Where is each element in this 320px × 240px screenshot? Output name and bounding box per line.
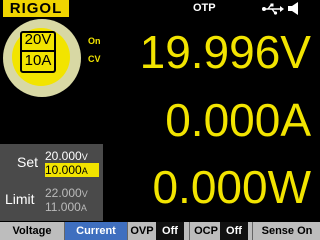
power-reading: 0.000W [152,161,311,213]
mode-cv-label: CV [88,54,101,64]
limit-voltage-unit: V [81,189,88,199]
menu-current-button[interactable]: Current [65,222,127,240]
limit-current-unit: A [80,203,87,213]
voltage-reading: 19.996V [139,26,311,78]
limit-current-number: 11.000 [45,200,81,214]
menu-separator [64,222,65,240]
menu-ocp-button[interactable]: OCP [192,222,220,240]
menu-ovp-button[interactable]: OVP [128,222,156,240]
range-voltage: 20V [24,31,52,48]
menu-voltage-button[interactable]: Voltage [0,222,64,240]
set-voltage-value[interactable]: 20.000V [45,149,99,163]
limit-voltage-value[interactable]: 22.000V [45,186,99,200]
set-current-value[interactable]: 10.000A [45,163,99,177]
usb-icon [262,3,284,15]
limit-label: Limit [5,191,35,207]
ovp-state[interactable]: Off [156,222,184,240]
menu-separator [189,222,190,240]
set-current-unit: A [81,166,88,176]
output-on-label: On [88,36,101,46]
set-current-number: 10.000 [45,163,82,177]
set-voltage-unit: V [81,152,88,162]
current-reading: 0.000A [165,94,311,146]
otp-status: OTP [193,2,216,14]
speaker-icon [288,2,298,15]
limit-current-value[interactable]: 11.000A [45,200,99,214]
rigol-logo: RIGOL [3,0,69,17]
menu-separator [127,222,128,240]
limit-voltage-number: 22.000 [45,186,82,200]
ocp-state[interactable]: Off [220,222,248,240]
menu-sense-button[interactable]: Sense On [254,222,320,240]
set-voltage-number: 20.000 [45,149,82,163]
set-label: Set [17,154,39,170]
range-current: 10A [24,52,52,69]
menu-separator [252,222,253,240]
